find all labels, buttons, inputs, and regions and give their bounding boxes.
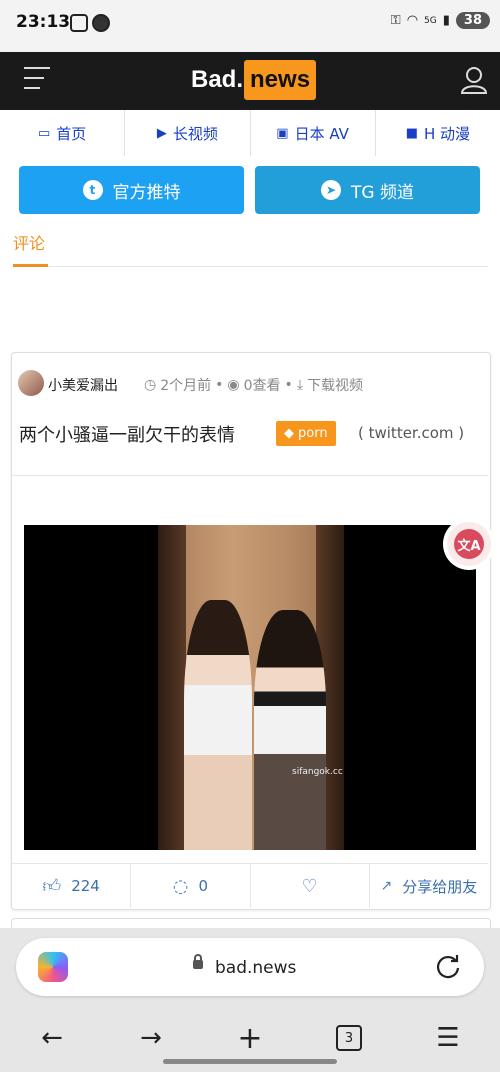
telegram-button[interactable]: ➤ TG 频道	[255, 166, 480, 214]
video-player[interactable]: sifangok.cc	[24, 525, 476, 850]
app-notification-icon	[92, 14, 110, 32]
twitter-button-label: 官方推特	[112, 182, 181, 203]
arrow-right-icon: →	[140, 1023, 162, 1053]
telegram-icon: ➤	[321, 180, 342, 200]
comment-icon: ◌	[172, 875, 189, 897]
screenshot-icon	[70, 14, 88, 32]
video-figure-right	[254, 610, 326, 850]
post-views: 0查看	[243, 378, 281, 394]
card-divider	[12, 475, 488, 476]
like-count: 224	[71, 877, 100, 895]
reload-icon[interactable]	[434, 953, 462, 981]
site-header: Bad. news	[0, 52, 500, 110]
menu-icon[interactable]	[24, 67, 50, 93]
tab-divider	[13, 266, 488, 267]
avatar[interactable]	[18, 370, 44, 396]
post-time: 2个月前	[160, 378, 212, 394]
lock-icon	[193, 954, 203, 969]
hamburger-icon: ☰	[436, 1023, 460, 1053]
translate-icon: 文A	[454, 529, 484, 559]
post-title[interactable]: 两个小骚逼一副欠干的表情	[19, 421, 235, 447]
status-time: 23:13	[16, 12, 71, 32]
back-button[interactable]: ←	[32, 1020, 72, 1056]
nav-h-anime-label: H 动漫	[423, 124, 471, 143]
share-label: 分享给朋友	[402, 877, 478, 896]
twitter-icon: t	[82, 180, 103, 200]
thumbs-up-icon: 👍︎	[42, 876, 62, 897]
share-button[interactable]: ↗ 分享给朋友	[370, 864, 488, 908]
post-tag-label: porn	[298, 426, 328, 441]
nav-japan-av[interactable]: ▣ 日本 AV	[251, 110, 376, 156]
tag-icon: ◆	[284, 426, 294, 441]
tab-comments[interactable]: 评论	[13, 230, 45, 254]
translate-button[interactable]: 文A	[447, 522, 491, 566]
play-icon: ▶	[156, 125, 167, 141]
meta-separator: •	[284, 377, 293, 393]
heart-icon: ♡	[301, 875, 318, 897]
download-icon[interactable]: ⤓	[297, 377, 303, 393]
site-logo[interactable]: Bad. news	[191, 56, 317, 104]
browser-menu-button[interactable]: ☰	[428, 1020, 468, 1056]
video-watermark: sifangok.cc	[292, 767, 343, 777]
user-icon[interactable]	[458, 64, 490, 96]
share-icon: ↗	[380, 878, 393, 894]
post-actions: 👍︎ 224 ◌ 0 ♡ ↗ 分享给朋友	[12, 863, 488, 908]
status-indicators: ⚿ ◠ 5G ▮ 38	[391, 12, 490, 29]
nav-long-video[interactable]: ▶ 长视频	[125, 110, 251, 156]
category-nav: ▭ 首页 ▶ 长视频 ▣ 日本 AV ■ H 动漫	[0, 110, 500, 157]
video-figure-left	[184, 600, 252, 850]
nav-long-video-label: 长视频	[172, 124, 218, 143]
signal-icon: ▮	[442, 13, 450, 28]
favorite-button[interactable]: ♡	[251, 864, 370, 908]
post-source[interactable]: ( twitter.com )	[358, 424, 464, 442]
gesture-bar	[163, 1059, 337, 1064]
logo-text-news: news	[244, 60, 317, 100]
nav-home[interactable]: ▭ 首页	[0, 110, 126, 156]
comment-count: 0	[198, 877, 208, 895]
new-tab-button[interactable]: +	[230, 1020, 270, 1056]
post-tag[interactable]: ◆ porn	[276, 421, 336, 446]
nav-h-anime[interactable]: ■ H 动漫	[376, 110, 500, 156]
telegram-button-label: TG 频道	[351, 182, 414, 203]
like-button[interactable]: 👍︎ 224	[12, 864, 132, 908]
twitter-button[interactable]: t 官方推特	[19, 166, 244, 214]
arrow-left-icon: ←	[41, 1023, 63, 1053]
wifi-icon: ◠	[406, 13, 419, 28]
url-text[interactable]: bad.news	[215, 958, 296, 978]
nav-home-label: 首页	[56, 124, 87, 143]
nav-japan-av-label: 日本 AV	[294, 124, 349, 143]
tab-active-indicator	[13, 264, 48, 267]
video-curtain-left	[158, 525, 186, 850]
copilot-icon[interactable]	[38, 952, 68, 982]
download-link[interactable]: 下载视频	[307, 375, 363, 395]
key-icon: ⚿	[390, 13, 401, 28]
eye-icon: ◉	[227, 377, 240, 393]
inbox-icon: ▭	[37, 125, 51, 141]
file-video-icon: ▣	[276, 125, 289, 141]
signal-label: 5G	[424, 15, 437, 26]
post-meta: ◷ 2个月前 • ◉ 0查看 • ⤓ 下载视频	[144, 375, 363, 395]
post-author[interactable]: 小美爱漏出	[48, 375, 118, 395]
forward-button[interactable]: →	[131, 1020, 171, 1056]
status-bar: 23:13 ⚿ ◠ 5G ▮ 38	[0, 0, 500, 46]
comment-button[interactable]: ◌ 0	[131, 864, 251, 908]
meta-separator: •	[215, 377, 224, 393]
logo-text-bad: Bad.	[191, 66, 244, 93]
video-camera-icon: ■	[405, 125, 418, 141]
tab-count: 3	[336, 1025, 362, 1051]
clock-icon: ◷	[144, 377, 157, 393]
battery-indicator: 38	[455, 12, 490, 29]
tabs-button[interactable]: 3	[329, 1020, 369, 1056]
plus-icon: +	[237, 1020, 263, 1056]
